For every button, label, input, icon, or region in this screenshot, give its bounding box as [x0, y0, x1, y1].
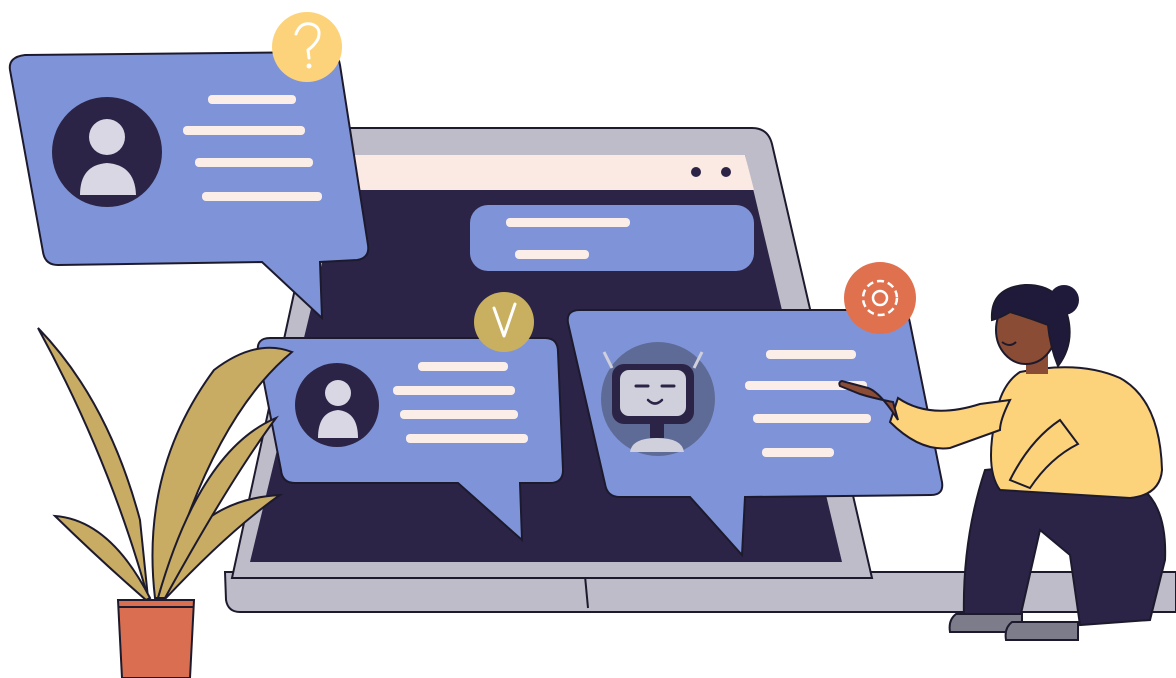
plant-pot [116, 599, 196, 678]
text-line [195, 158, 313, 167]
avatar-head [89, 119, 125, 155]
woman-hair-bun [1049, 285, 1079, 315]
user-message-bubble-large [8, 50, 370, 321]
text-line [208, 95, 296, 104]
plant-leaf [37, 327, 149, 599]
bot-avatar [601, 342, 715, 456]
question-mark-dot [306, 63, 312, 69]
text-line [202, 192, 322, 201]
check-badge-circle [474, 292, 534, 352]
browser-dot [691, 167, 701, 177]
text-line [753, 414, 871, 423]
text-line [762, 448, 834, 457]
text-line [515, 250, 589, 259]
text-line [506, 218, 630, 227]
chat-support-illustration [8, 12, 1176, 678]
text-line [766, 350, 856, 359]
bubble-body [470, 205, 754, 271]
robot-face [620, 370, 686, 416]
text-line [406, 434, 528, 443]
text-line [418, 362, 508, 371]
gear-badge [844, 262, 916, 334]
robot-neck [650, 424, 664, 438]
gear-badge-circle [844, 262, 916, 334]
potted-plant [37, 327, 294, 678]
browser-dot [721, 167, 731, 177]
text-line [400, 410, 518, 419]
text-line [393, 386, 515, 395]
user-avatar [295, 363, 379, 447]
screen-message-bubble [470, 205, 754, 271]
user-avatar [52, 97, 162, 207]
woman-shoe [1004, 621, 1079, 641]
question-badge [272, 12, 342, 82]
avatar-head [325, 380, 351, 406]
text-line [183, 126, 305, 135]
check-badge [474, 292, 534, 352]
